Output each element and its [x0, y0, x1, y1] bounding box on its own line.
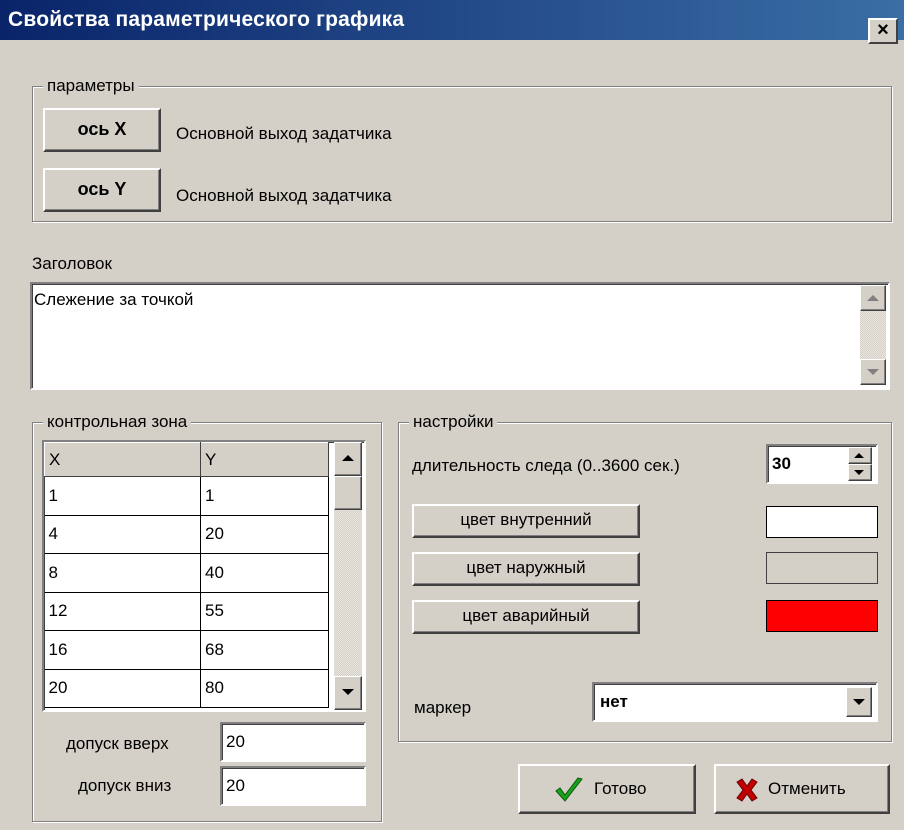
cell-y[interactable]: 20 — [200, 515, 329, 554]
axis-y-source: Основной выход задатчика — [176, 186, 392, 205]
trail-duration-spinner[interactable]: 30 — [766, 444, 878, 484]
table-row[interactable]: 4 20 — [44, 515, 329, 554]
header-textarea[interactable]: Слежение за точкой — [30, 282, 890, 390]
ok-button[interactable]: Готово — [518, 764, 696, 814]
cell-y[interactable]: 80 — [200, 669, 329, 708]
inner-color-swatch[interactable] — [766, 506, 878, 538]
tolerance-up-input[interactable]: 20 — [220, 722, 366, 762]
tolerance-down-input[interactable]: 20 — [220, 766, 366, 806]
window-title: Свойства параметрического графика — [8, 8, 405, 31]
chevron-down-icon — [853, 699, 865, 705]
tolerance-down-label: допуск вниз — [78, 776, 172, 795]
close-button[interactable]: × — [868, 18, 898, 44]
ok-label: Готово — [594, 779, 647, 798]
cell-y[interactable]: 40 — [200, 553, 329, 593]
arrow-down-icon — [854, 470, 864, 475]
arrow-up-icon — [342, 455, 354, 461]
marker-label: маркер — [414, 698, 472, 717]
axis-y-button[interactable]: ось Y — [43, 168, 161, 212]
table-row[interactable]: 20 80 — [44, 669, 329, 708]
arrow-up-icon — [854, 453, 864, 458]
cell-x[interactable]: 4 — [44, 515, 201, 554]
cancel-button[interactable]: Отменить — [714, 764, 890, 814]
control-zone-label: контрольная зона — [43, 412, 192, 432]
cell-x[interactable]: 8 — [44, 553, 201, 593]
cell-y[interactable]: 55 — [200, 592, 329, 631]
check-icon — [555, 777, 583, 802]
marker-select[interactable]: нет — [592, 682, 878, 722]
header-scroll-down[interactable] — [860, 359, 886, 385]
marker-value: нет — [600, 692, 628, 711]
header-scroll-up[interactable] — [860, 285, 886, 311]
trail-duration-value: 30 — [772, 454, 791, 473]
outer-color-swatch[interactable] — [766, 552, 878, 584]
params-group: параметры — [32, 76, 892, 222]
inner-color-button[interactable]: цвет внутренний — [412, 504, 640, 538]
grid-scroll-thumb[interactable] — [334, 476, 362, 510]
spin-up-button[interactable] — [848, 447, 872, 464]
alarm-color-button[interactable]: цвет аварийный — [412, 600, 640, 634]
tolerance-down-value: 20 — [226, 776, 245, 795]
cell-x[interactable]: 16 — [44, 630, 201, 670]
outer-color-button[interactable]: цвет наружный — [412, 552, 640, 586]
cell-y[interactable]: 1 — [200, 476, 329, 516]
table-row[interactable]: 1 1 — [44, 476, 329, 516]
table-row[interactable]: 8 40 — [44, 553, 329, 593]
points-grid[interactable]: X Y 1 1 4 20 8 40 12 55 16 68 20 80 — [42, 440, 366, 712]
grid-scroll-down[interactable] — [334, 676, 362, 710]
tolerance-up-value: 20 — [226, 732, 245, 751]
table-row[interactable]: 16 68 — [44, 630, 329, 670]
settings-group-label: настройки — [409, 412, 498, 432]
grid-scroll-up[interactable] — [334, 442, 362, 476]
alarm-color-swatch[interactable] — [766, 600, 878, 632]
points-table: X Y 1 1 4 20 8 40 12 55 16 68 20 80 — [44, 442, 329, 708]
title-bar[interactable]: Свойства параметрического графика × — [0, 0, 904, 44]
arrow-up-icon — [867, 295, 879, 301]
trail-duration-label: длительность следа (0..3600 сек.) — [412, 456, 680, 475]
arrow-down-icon — [867, 369, 879, 375]
header-scroll-track[interactable] — [860, 311, 886, 359]
header-text: Слежение за точкой — [34, 290, 194, 309]
params-group-label: параметры — [43, 76, 139, 96]
dialog-window: Свойства параметрического графика × пара… — [0, 0, 904, 830]
cell-x[interactable]: 12 — [44, 592, 201, 631]
cancel-label: Отменить — [768, 779, 846, 798]
cell-y[interactable]: 68 — [200, 630, 329, 670]
header-label: Заголовок — [32, 254, 112, 273]
arrow-down-icon — [342, 689, 354, 695]
cell-x[interactable]: 20 — [44, 669, 201, 708]
table-row[interactable]: 12 55 — [44, 592, 329, 631]
grid-header-x[interactable]: X — [44, 442, 201, 477]
tolerance-up-label: допуск вверх — [66, 734, 169, 753]
grid-header-row: X Y — [44, 442, 329, 477]
spin-down-button[interactable] — [848, 464, 872, 481]
marker-dropdown-button[interactable] — [846, 687, 872, 717]
grid-header-y[interactable]: Y — [200, 442, 329, 477]
axis-x-button[interactable]: ось X — [43, 108, 161, 152]
close-icon: × — [877, 19, 889, 41]
close-icon — [736, 778, 758, 802]
cell-x[interactable]: 1 — [44, 476, 201, 516]
axis-x-source: Основной выход задатчика — [176, 124, 392, 143]
